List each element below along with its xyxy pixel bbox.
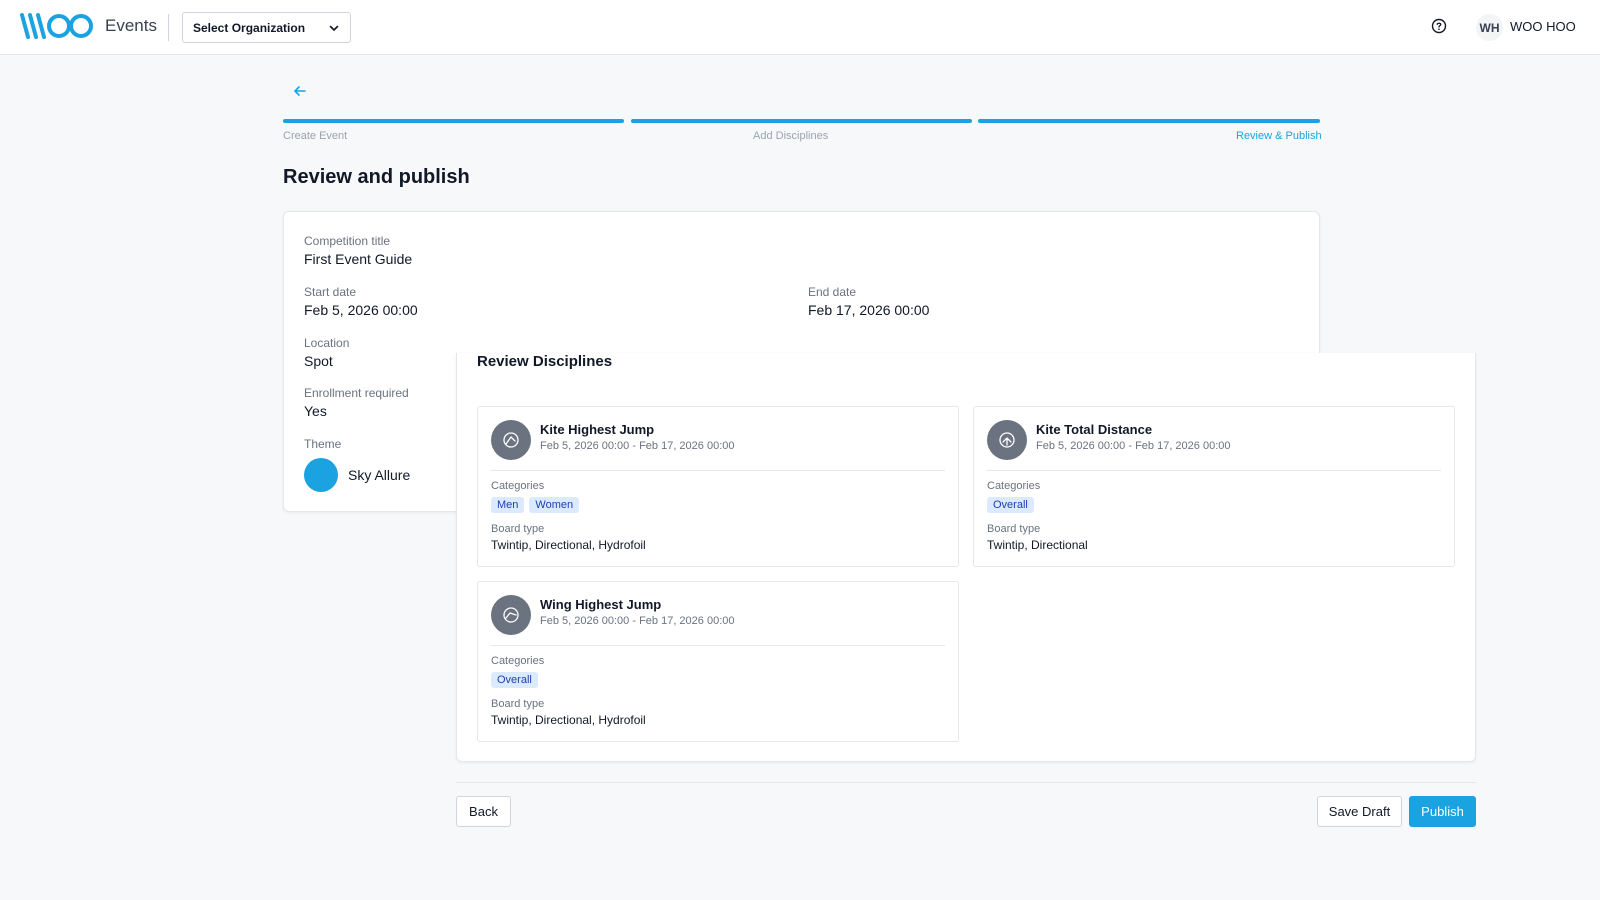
start-date-label: Start date	[304, 285, 357, 299]
board-type-label: Board type	[987, 523, 1041, 535]
kite-distance-icon	[987, 420, 1027, 460]
enrollment-value: Yes	[304, 403, 327, 419]
step-progress-create-event	[283, 119, 624, 123]
discipline-divider	[491, 470, 945, 471]
header-divider	[168, 14, 169, 41]
footer-divider	[456, 782, 1476, 783]
step-progress-add-disciplines	[631, 119, 972, 123]
discipline-divider	[491, 645, 945, 646]
category-tag-men: Men	[491, 497, 525, 513]
organization-select[interactable]: Select Organization	[182, 12, 351, 43]
category-tags: Men Women	[491, 497, 580, 513]
step-progress-review-publish	[978, 119, 1320, 123]
kite-jump-icon	[491, 420, 531, 460]
category-tags: Overall	[491, 672, 538, 688]
board-type-value: Twintip, Directional, Hydrofoil	[491, 713, 646, 727]
top-bar: Events Select Organization WH WOO HOO	[0, 0, 1600, 55]
step-create-event[interactable]: Create Event	[283, 130, 347, 142]
category-tag-women: Women	[529, 497, 580, 513]
location-label: Location	[304, 336, 350, 350]
board-type-label: Board type	[491, 698, 545, 710]
end-date-label: End date	[808, 285, 857, 299]
enrollment-label: Enrollment required	[304, 386, 409, 400]
review-disciplines-panel: Review Disciplines Kite Highest Jump Feb…	[456, 353, 1476, 762]
categories-label: Categories	[491, 480, 545, 492]
discipline-card-kite-highest-jump[interactable]: Kite Highest Jump Feb 5, 2026 00:00 - Fe…	[477, 406, 959, 567]
page-title: Review and publish	[283, 166, 470, 188]
competition-title-value: First Event Guide	[304, 251, 413, 267]
categories-label: Categories	[491, 655, 545, 667]
discipline-name: Wing Highest Jump	[540, 597, 662, 612]
woo-logo[interactable]	[19, 11, 96, 41]
back-arrow-icon[interactable]	[293, 84, 307, 98]
app-name: Events	[105, 16, 157, 35]
location-value: Spot	[304, 353, 333, 369]
save-draft-button[interactable]: Save Draft	[1317, 796, 1402, 827]
theme-name: Sky Allure	[348, 467, 411, 483]
board-type-label: Board type	[491, 523, 545, 535]
user-avatar[interactable]: WH	[1476, 14, 1503, 41]
discipline-card-wing-highest-jump[interactable]: Wing Highest Jump Feb 5, 2026 00:00 - Fe…	[477, 581, 959, 742]
categories-label: Categories	[987, 480, 1041, 492]
discipline-divider	[987, 470, 1441, 471]
help-icon[interactable]	[1431, 18, 1447, 34]
start-date-value: Feb 5, 2026 00:00	[304, 302, 418, 318]
discipline-dates: Feb 5, 2026 00:00 - Feb 17, 2026 00:00	[540, 615, 735, 627]
end-date-value: Feb 17, 2026 00:00	[808, 302, 930, 318]
discipline-dates: Feb 5, 2026 00:00 - Feb 17, 2026 00:00	[1036, 440, 1231, 452]
competition-title-label: Competition title	[304, 234, 391, 248]
organization-select-label: Select Organization	[193, 20, 306, 35]
back-button[interactable]: Back	[456, 796, 511, 827]
step-add-disciplines[interactable]: Add Disciplines	[753, 130, 828, 142]
category-tag-overall: Overall	[491, 672, 538, 688]
category-tag-overall: Overall	[987, 497, 1034, 513]
wing-jump-icon	[491, 595, 531, 635]
theme-label: Theme	[304, 437, 342, 451]
chevron-down-icon	[329, 25, 339, 31]
discipline-name: Kite Total Distance	[1036, 422, 1153, 437]
review-disciplines-title: Review Disciplines	[477, 353, 613, 370]
discipline-name: Kite Highest Jump	[540, 422, 655, 437]
publish-button[interactable]: Publish	[1409, 796, 1476, 827]
board-type-value: Twintip, Directional, Hydrofoil	[491, 538, 646, 552]
discipline-card-kite-total-distance[interactable]: Kite Total Distance Feb 5, 2026 00:00 - …	[973, 406, 1455, 567]
theme-color-swatch	[304, 458, 338, 492]
category-tags: Overall	[987, 497, 1034, 513]
user-name[interactable]: WOO HOO	[1510, 19, 1576, 34]
discipline-dates: Feb 5, 2026 00:00 - Feb 17, 2026 00:00	[540, 440, 735, 452]
step-review-publish[interactable]: Review & Publish	[1236, 130, 1322, 142]
board-type-value: Twintip, Directional	[987, 538, 1088, 552]
